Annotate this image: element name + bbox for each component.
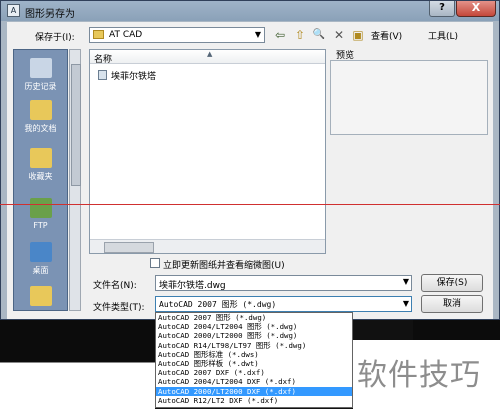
command-area [0,320,155,362]
column-name-label: 名称 [94,55,113,65]
filetype-dropdown-list[interactable]: AutoCAD 2007 图形 (*.dwg) AutoCAD 2004/LT20… [155,312,353,408]
filetype-value: AutoCAD 2007 图形 (*.dwg) [159,300,277,309]
place-desktop[interactable]: 桌面 [14,242,67,276]
places-scrollbar[interactable] [69,49,81,311]
documents-icon [29,100,52,120]
place-history[interactable]: 历史记录 [14,58,67,92]
folder-icon [93,30,104,39]
dropdown-option[interactable]: AutoCAD R14/LT98/LT97 图形 (*.dwg) [156,341,352,350]
dropdown-option[interactable]: AutoCAD 2000/LT2000 图形 (*.dwg) [156,331,352,340]
up-folder-icon[interactable]: ⇧ [292,27,308,43]
back-icon[interactable]: ⇦ [272,27,288,43]
cancel-button[interactable]: 取消 [421,295,483,313]
favorites-icon [29,148,52,168]
desktop-icon [29,242,52,262]
column-header-name[interactable]: 名称 ▲ [90,50,325,65]
chevron-down-icon[interactable]: ▼ [403,277,409,286]
place-ftp[interactable]: FTP [14,198,67,230]
place-label: 我的文档 [24,124,57,133]
filetype-select[interactable]: AutoCAD 2007 图形 (*.dwg) ▼ [155,296,412,312]
place-label: 桌面 [32,266,49,275]
save-button[interactable]: 保存(S) [421,274,483,292]
search-icon[interactable]: 🔍 [311,27,327,43]
filename-label: 文件名(N): [93,281,137,291]
update-thumbnail-checkbox[interactable] [150,258,160,268]
dwg-file-icon [98,70,107,80]
drawing-area [413,320,500,342]
dropdown-option[interactable]: AutoCAD 2000/LT2000 DXF (*.dxf) [156,386,352,396]
title-bar[interactable]: A 图形另存为 [1,1,499,21]
tools-menu[interactable]: 工具(L) [428,29,458,42]
command-line[interactable] [0,362,155,409]
chevron-down-icon: ▼ [254,30,261,39]
place-favorites[interactable]: 收藏夹 [14,148,67,182]
history-icon [29,58,52,78]
file-name: 埃菲尔铁塔 [111,72,157,82]
place-label: FTP [33,221,48,230]
filename-value: 埃菲尔铁塔.dwg [159,281,226,291]
place-label: 历史记录 [24,82,57,91]
place-folder[interactable] [14,286,67,309]
delete-icon[interactable]: ✕ [331,27,347,43]
save-in-label: 保存于(I): [35,33,75,43]
save-in-value: AT CAD [109,30,143,40]
filetype-label: 文件类型(T): [93,303,145,313]
update-thumbnail-label[interactable]: 立即更新图纸并查看缩微图(U) [163,258,285,271]
horizontal-scrollbar[interactable] [90,239,325,253]
dropdown-option[interactable]: AutoCAD R12/LT2 DXF (*.dxf) [156,396,352,405]
red-guide-line [0,204,500,205]
app-icon: A [7,4,20,17]
views-menu[interactable]: 查看(V) [371,29,402,42]
scrollbar-thumb[interactable] [104,242,154,253]
dropdown-option[interactable]: AutoCAD 图形样板 (*.dwt) [156,359,352,368]
folder-icon [29,286,52,306]
place-label: 收藏夹 [28,172,53,181]
dropdown-option[interactable]: AutoCAD 图形标准 (*.dws) [156,350,352,359]
watermark: 软件技巧 [357,358,481,393]
ftp-icon [29,198,52,218]
sort-ascending-icon: ▲ [207,50,213,58]
save-in-combo[interactable]: AT CAD ▼ [89,27,265,43]
dropdown-option[interactable]: AutoCAD 2007 图形 (*.dwg) [156,313,352,322]
file-list[interactable]: 名称 ▲ 埃菲尔铁塔 [89,49,326,254]
place-my-documents[interactable]: 我的文档 [14,100,67,134]
places-bar: 历史记录 我的文档 收藏夹 FTP 桌面 [13,49,68,311]
help-button[interactable]: ? [429,1,455,17]
new-folder-icon[interactable]: ▣ [350,27,366,43]
filename-input[interactable]: 埃菲尔铁塔.dwg ▼ [155,275,412,291]
dropdown-option[interactable]: AutoCAD 2007 DXF (*.dxf) [156,368,352,377]
scrollbar-thumb[interactable] [71,64,81,186]
dropdown-option[interactable]: AutoCAD 2004/LT2004 DXF (*.dxf) [156,377,352,386]
close-button[interactable]: X [456,1,496,17]
window-title: 图形另存为 [25,9,75,20]
chevron-down-icon[interactable]: ▼ [403,299,409,308]
dropdown-option[interactable]: AutoCAD 2004/LT2004 图形 (*.dwg) [156,322,352,331]
preview-pane [330,60,488,135]
